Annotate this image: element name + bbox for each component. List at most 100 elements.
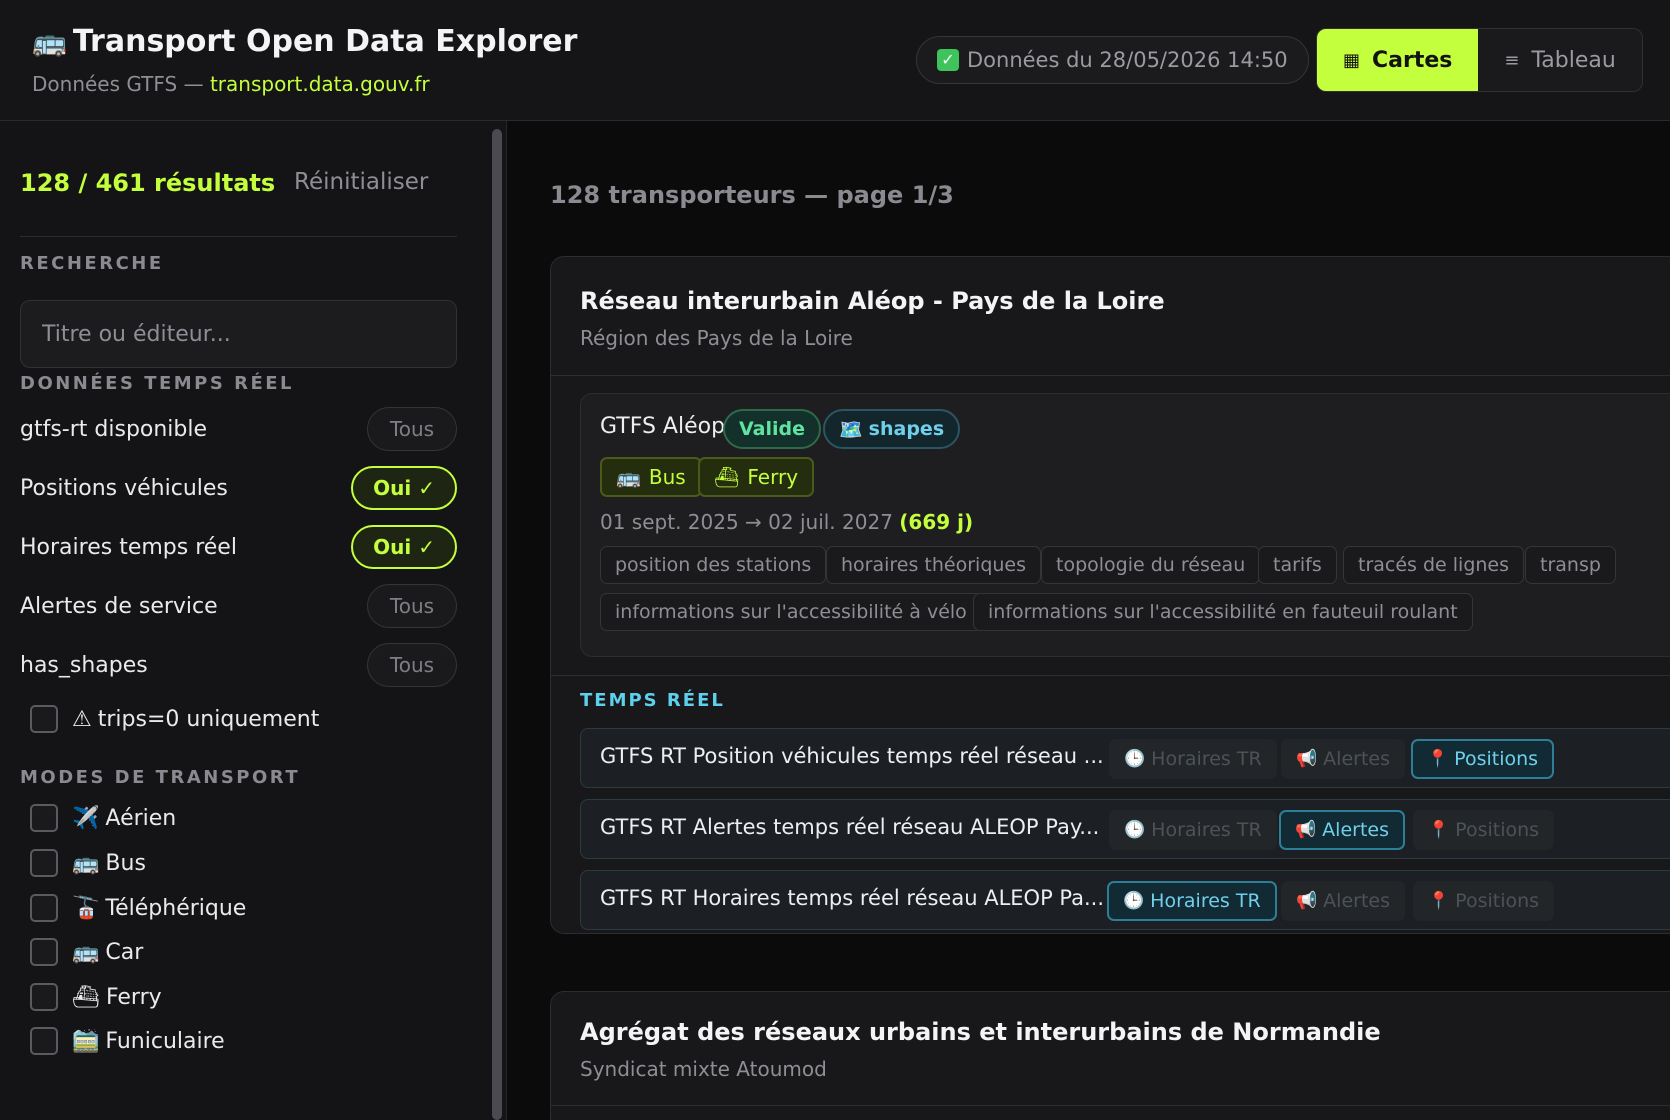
trip-updates-badge: 🕒 Horaires TR [1109, 739, 1277, 779]
clock-icon: 🕒 [1123, 891, 1145, 911]
checkbox[interactable] [30, 705, 58, 733]
card-publisher: Syndicat mixte Atoumod [580, 1057, 827, 1081]
filter-sidebar: 128 / 461 résultats Réinitialiser RECHER… [0, 121, 507, 1120]
realtime-section-label: TEMPS RÉEL [580, 690, 725, 711]
filter-toggle[interactable]: Oui ✓ [351, 466, 457, 510]
alerts-badge: 📢 Alertes [1281, 739, 1405, 779]
checkbox[interactable] [30, 983, 58, 1011]
mode-label: Bus [648, 465, 686, 489]
mode-checkbox-telepherique[interactable]: 🚡 Téléphérique [30, 893, 246, 923]
check-icon: ✓ [937, 49, 959, 71]
mode-checkbox-bus[interactable]: 🚌 Bus [30, 848, 146, 878]
table-view-button[interactable]: ≡ Tableau [1478, 29, 1641, 91]
cards-view-button[interactable]: ▦ Cartes [1317, 29, 1479, 91]
aerial-tramway-icon: 🚡 [72, 895, 100, 921]
gtfs-name[interactable]: GTFS Aléop [600, 414, 725, 439]
date-range-text: 01 sept. 2025 → 02 juil. 2027 [600, 510, 893, 534]
app-header: 🚌 Transport Open Data Explorer Données GT… [0, 0, 1670, 121]
reset-button[interactable]: Réinitialiser [294, 169, 428, 195]
mode-label: Ferry [105, 984, 162, 1010]
mode-checkbox-aerien[interactable]: ✈️ Aérien [30, 803, 176, 833]
content-tag: tracés de lignes [1343, 546, 1525, 584]
cards-view-label: Cartes [1372, 47, 1453, 73]
mode-label: Téléphérique [105, 895, 247, 921]
funicular-icon: 🚞 [72, 1028, 100, 1054]
card-title[interactable]: Réseau interurbain Aléop - Pays de la Lo… [580, 287, 1165, 315]
pin-icon: 📍 [1427, 749, 1449, 769]
filter-gtfs-rt: gtfs-rt disponible Tous [20, 407, 457, 451]
badge-label: Positions [1454, 748, 1539, 770]
mode-label: Ferry [747, 465, 799, 489]
sidebar-scrollbar[interactable] [492, 129, 502, 1120]
source-link[interactable]: transport.data.gouv.fr [210, 72, 430, 96]
filter-label: gtfs-rt disponible [20, 416, 208, 442]
trip-updates-badge: 🕒 Horaires TR [1109, 810, 1277, 850]
filter-label: Horaires temps réel [20, 534, 237, 560]
operator-card: Réseau interurbain Aléop - Pays de la Lo… [550, 256, 1670, 934]
filter-toggle[interactable]: Tous [367, 584, 457, 628]
badge-label: Alertes [1322, 819, 1389, 841]
mode-badge-bus: 🚌 Bus [600, 457, 702, 497]
clock-icon: 🕒 [1124, 820, 1146, 840]
megaphone-icon: 📢 [1295, 820, 1317, 840]
checkbox-label: ⛴ Ferry [72, 985, 162, 1010]
content-tag: position des stations [600, 546, 827, 584]
content-tag: topologie du réseau [1041, 546, 1261, 584]
shapes-label: shapes [868, 418, 945, 440]
filter-label: has_shapes [20, 652, 148, 678]
table-view-label: Tableau [1531, 47, 1616, 73]
result-count: 128 / 461 résultats [20, 169, 276, 197]
checkbox[interactable] [30, 849, 58, 877]
trips-zero-checkbox[interactable]: ⚠ trips=0 uniquement [30, 704, 319, 734]
app-title: 🚌 Transport Open Data Explorer [32, 24, 577, 59]
realtime-section-label: DONNÉES TEMPS RÉEL [20, 373, 295, 394]
mode-label: Car [105, 939, 144, 965]
megaphone-icon: 📢 [1296, 891, 1318, 911]
badge-label: Alertes [1323, 748, 1390, 770]
checkbox-label: 🚡 Téléphérique [72, 896, 246, 921]
bus-icon: 🚌 [32, 25, 67, 58]
realtime-feed-alerts[interactable]: GTFS RT Alertes temps réel réseau ALEOP … [580, 799, 1670, 859]
realtime-feed-positions[interactable]: GTFS RT Position véhicules temps réel ré… [580, 728, 1670, 788]
alerts-badge: 📢 Alertes [1279, 810, 1405, 850]
search-input[interactable] [20, 300, 457, 368]
content-tag: informations sur l'accessibilité en faut… [973, 593, 1473, 631]
checkbox[interactable] [30, 938, 58, 966]
data-status-badge: ✓ Données du 28/05/2026 14:50 [916, 36, 1309, 84]
ferry-icon: ⛴ [72, 984, 100, 1010]
trip-updates-badge: 🕒 Horaires TR [1107, 881, 1277, 921]
realtime-feed-trip-updates[interactable]: GTFS RT Horaires temps réel réseau ALEOP… [580, 870, 1670, 930]
card-title[interactable]: Agrégat des réseaux urbains et interurba… [580, 1018, 1381, 1046]
operator-card: Agrégat des réseaux urbains et interurba… [550, 991, 1670, 1120]
checkbox[interactable] [30, 894, 58, 922]
badge-label: Horaires TR [1150, 890, 1261, 912]
megaphone-icon: 📢 [1296, 749, 1318, 769]
mode-label: Bus [105, 850, 146, 876]
positions-badge: 📍 Positions [1413, 810, 1555, 850]
shapes-badge: 🗺️ shapes [823, 409, 961, 449]
mode-checkbox-ferry[interactable]: ⛴ Ferry [30, 982, 162, 1012]
content-tag: tarifs [1258, 546, 1337, 584]
modes-section-label: MODES DE TRANSPORT [20, 767, 301, 788]
bus-icon: 🚌 [72, 850, 100, 876]
gtfs-dataset: GTFS Aléop Valide 🗺️ shapes 🚌 Bus ⛴ Ferr… [580, 393, 1670, 657]
checkbox-label: 🚌 Car [72, 940, 143, 965]
checkbox[interactable] [30, 804, 58, 832]
app-subtitle: Données GTFS — transport.data.gouv.fr [32, 72, 430, 96]
positions-badge: 📍 Positions [1411, 739, 1555, 779]
content-tag: horaires théoriques [826, 546, 1042, 584]
filter-toggle[interactable]: Oui ✓ [351, 525, 457, 569]
checkbox[interactable] [30, 1027, 58, 1055]
filter-toggle[interactable]: Tous [367, 643, 457, 687]
filter-toggle[interactable]: Tous [367, 407, 457, 451]
filter-realtime-schedules: Horaires temps réel Oui ✓ [20, 525, 457, 569]
grid-icon: ▦ [1343, 49, 1361, 71]
mode-checkbox-funiculaire[interactable]: 🚞 Funiculaire [30, 1026, 225, 1056]
divider [551, 375, 1670, 376]
filter-service-alerts: Alertes de service Tous [20, 584, 457, 628]
filter-has-shapes: has_shapes Tous [20, 643, 457, 687]
feed-name: GTFS RT Position véhicules temps réel ré… [600, 744, 1104, 768]
pin-icon: 📍 [1428, 891, 1450, 911]
checkbox-label: ⚠ trips=0 uniquement [72, 707, 319, 732]
mode-checkbox-car[interactable]: 🚌 Car [30, 937, 143, 967]
